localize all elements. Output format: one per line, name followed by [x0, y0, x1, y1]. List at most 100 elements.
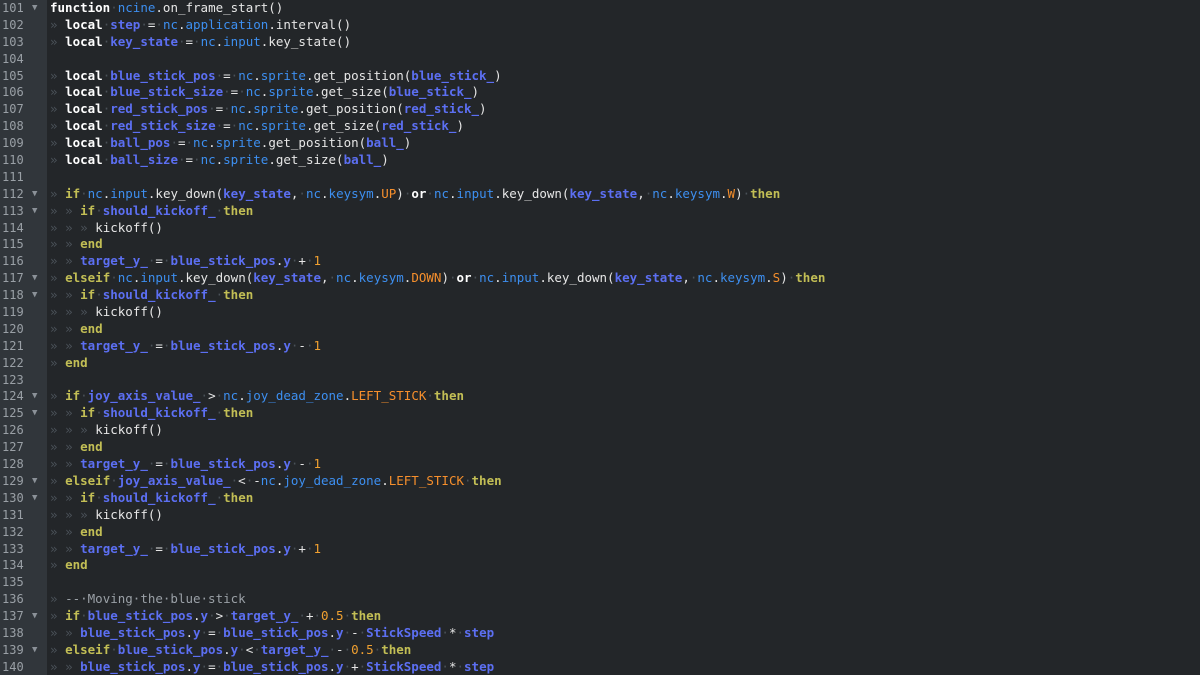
code-token: · [193, 33, 201, 49]
code-token: · [170, 135, 178, 151]
code-line[interactable]: » » » kickoff() [47, 220, 1200, 237]
chevron-down-icon[interactable]: ▼ [32, 203, 37, 220]
code-token: .get_position( [305, 67, 412, 83]
code-line[interactable]: » local·key_state·=·nc.input.key_state() [47, 34, 1200, 51]
code-line[interactable]: » » blue_stick_pos.y·=·blue_stick_pos.y·… [47, 659, 1200, 675]
code-line[interactable] [47, 51, 1200, 68]
code-line[interactable]: » » if·should_kickoff_·then [47, 405, 1200, 422]
code-token: red_stick_pos [110, 101, 209, 117]
code-line[interactable]: » » target_y_·=·blue_stick_pos.y·+·1 [47, 253, 1200, 270]
code-line[interactable]: » » end [47, 439, 1200, 456]
code-editor[interactable]: 101 ▼ 102 103 104 105 106 107 108 109 110 111 112 ▼ 11… [0, 0, 1200, 675]
code-token: ) [456, 118, 464, 134]
code-token: step [464, 624, 495, 640]
chevron-down-icon[interactable]: ▼ [32, 608, 37, 625]
chevron-down-icon[interactable]: ▼ [32, 405, 37, 422]
code-token: sprite [260, 67, 306, 83]
chevron-down-icon[interactable]: ▼ [32, 186, 37, 203]
line-number-text: 120 [2, 321, 24, 336]
code-line[interactable]: » » target_y_·=·blue_stick_pos.y·-·1 [47, 338, 1200, 355]
code-line[interactable]: » elseif·nc.input.key_down(key_state,·nc… [47, 270, 1200, 287]
code-line[interactable]: » » target_y_·=·blue_stick_pos.y·+·1 [47, 541, 1200, 558]
code-token: if [65, 388, 81, 404]
line-number-text: 103 [2, 34, 24, 49]
chevron-down-icon[interactable]: ▼ [32, 270, 37, 287]
line-number-text: 138 [2, 625, 24, 640]
code-line[interactable]: » » end [47, 524, 1200, 541]
code-line[interactable]: » elseif·joy_axis_value_·<·-nc.joy_dead_… [47, 473, 1200, 490]
code-line[interactable]: » » end [47, 236, 1200, 253]
code-line[interactable]: » local·blue_stick_size·=·nc.sprite.get_… [47, 84, 1200, 101]
code-token: ) [479, 101, 487, 117]
chevron-down-icon[interactable]: ▼ [32, 490, 37, 507]
code-line[interactable]: » local·red_stick_pos·=·nc.sprite.get_po… [47, 101, 1200, 118]
code-line[interactable]: » » if·should_kickoff_·then [47, 490, 1200, 507]
code-line[interactable] [47, 372, 1200, 389]
code-token: · [95, 489, 103, 505]
code-token: · [215, 624, 224, 640]
chevron-down-icon[interactable]: ▼ [32, 287, 37, 304]
code-token: kickoff() [95, 219, 163, 235]
chevron-down-icon[interactable]: ▼ [32, 0, 37, 17]
line-number-text: 101 [2, 1, 24, 15]
line-number-gutter: 101 ▼ 102 103 104 105 106 107 108 109 110 111 112 ▼ 11… [0, 0, 47, 675]
code-token: = [155, 253, 163, 269]
code-token: · [223, 101, 231, 117]
code-line[interactable]: » » » kickoff() [47, 422, 1200, 439]
code-token: nc [200, 152, 216, 168]
code-line[interactable] [47, 169, 1200, 186]
code-line[interactable]: » » target_y_·=·blue_stick_pos.y·-·1 [47, 456, 1200, 473]
line-number-text: 112 [2, 186, 24, 201]
code-line[interactable]: » » if·should_kickoff_·then [47, 203, 1200, 220]
code-token: y [336, 658, 344, 674]
code-token: , [637, 185, 645, 201]
code-token: . [712, 270, 720, 286]
code-area[interactable]: function·ncine.on_frame_start()» local·s… [47, 0, 1200, 675]
code-line[interactable]: » » » kickoff() [47, 304, 1200, 321]
code-token: » [80, 304, 96, 320]
code-token: . [343, 388, 352, 404]
code-token: UP [381, 185, 397, 201]
code-token: nc [238, 118, 254, 134]
code-token: · [313, 608, 321, 624]
code-line[interactable]: » elseif·blue_stick_pos.y·<·target_y_·-·… [47, 642, 1200, 659]
line-number-text: 115 [2, 237, 24, 252]
code-token: < [238, 472, 246, 488]
code-line[interactable]: » » end [47, 321, 1200, 338]
chevron-down-icon[interactable]: ▼ [32, 473, 37, 490]
code-line[interactable]: » » blue_stick_pos.y·=·blue_stick_pos.y·… [47, 625, 1200, 642]
line-number: 137 ▼ [0, 608, 47, 625]
code-line[interactable]: » » » kickoff() [47, 507, 1200, 524]
code-line[interactable]: » end [47, 557, 1200, 574]
code-line[interactable]: » local·step·=·nc.application.interval() [47, 17, 1200, 34]
line-number: 113 ▼ [0, 203, 47, 220]
code-token: · [343, 624, 352, 640]
code-line[interactable]: » if·nc.input.key_down(key_state,·nc.key… [47, 186, 1200, 203]
line-number: 119 [0, 304, 47, 321]
line-number-text: 136 [2, 592, 24, 607]
code-token: » [65, 540, 81, 556]
line-number-text: 118 [2, 288, 24, 303]
code-line[interactable]: » local·red_stick_size·=·nc.sprite.get_s… [47, 118, 1200, 135]
chevron-down-icon[interactable]: ▼ [32, 642, 37, 659]
code-line[interactable]: » local·ball_pos·=·nc.sprite.get_positio… [47, 135, 1200, 152]
chevron-down-icon[interactable]: ▼ [32, 388, 37, 405]
code-token: · [426, 185, 434, 201]
code-line[interactable]: » local·ball_size·=·nc.sprite.get_size(b… [47, 152, 1200, 169]
code-line[interactable]: » end [47, 355, 1200, 372]
code-line[interactable] [47, 574, 1200, 591]
code-line[interactable]: » » if·should_kickoff_·then [47, 287, 1200, 304]
code-line[interactable]: function·ncine.on_frame_start() [47, 0, 1200, 17]
code-token: keysym [328, 185, 374, 201]
code-token: then [223, 287, 254, 303]
code-token: · [441, 658, 449, 674]
code-line[interactable]: » if·joy_axis_value_·>·nc.joy_dead_zone.… [47, 388, 1200, 405]
code-token: then [351, 608, 382, 624]
code-token: target_y_ [230, 608, 299, 624]
code-line[interactable]: » --·Moving·the·blue·stick [47, 591, 1200, 608]
code-line[interactable]: » if·blue_stick_pos.y·>·target_y_·+·0.5·… [47, 608, 1200, 625]
code-token: W [727, 185, 736, 201]
code-line[interactable]: » local·blue_stick_pos·=·nc.sprite.get_p… [47, 68, 1200, 85]
code-token: · [456, 624, 465, 640]
code-token: » [65, 523, 81, 539]
